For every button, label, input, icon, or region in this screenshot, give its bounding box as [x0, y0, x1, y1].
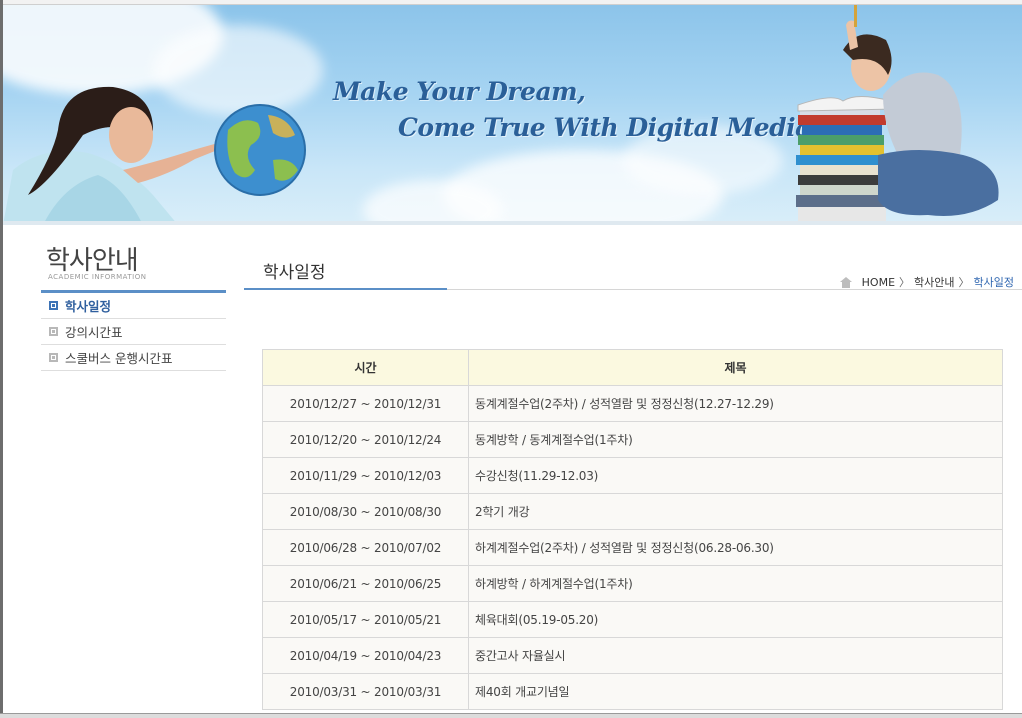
banner-slogan-line1: Make Your Dream, [333, 77, 586, 106]
schedule-title[interactable]: 동계계절수업(2주차) / 성적열람 및 정정신청(12.27-12.29) [468, 385, 1003, 422]
sidebar-item-label: 학사일정 [65, 299, 112, 314]
breadcrumb-current: 학사일정 [973, 276, 1014, 289]
sidebar-item-label: 강의시간표 [65, 325, 123, 340]
table-row[interactable]: 2010/05/17 ~ 2010/05/21 체육대회(05.19-05.20… [262, 601, 1003, 638]
student-with-globe-illustration [3, 86, 306, 225]
table-row[interactable]: 2010/04/19 ~ 2010/04/23 중간고사 자율실시 [262, 637, 1003, 674]
schedule-title[interactable]: 하계방학 / 하계계절수업(1주차) [468, 565, 1003, 602]
table-row[interactable]: 2010/06/28 ~ 2010/07/02 하계계절수업(2주차) / 성적… [262, 529, 1003, 566]
schedule-title[interactable]: 중간고사 자율실시 [468, 637, 1003, 674]
schedule-date: 2010/03/31 ~ 2010/03/31 [262, 673, 469, 710]
schedule-title[interactable]: 하계계절수업(2주차) / 성적열람 및 정정신청(06.28-06.30) [468, 529, 1003, 566]
sidebar-subtitle: ACADEMIC INFORMATION [48, 273, 147, 281]
table-row[interactable]: 2010/11/29 ~ 2010/12/03 수강신청(11.29-12.03… [262, 457, 1003, 494]
schedule-date: 2010/05/17 ~ 2010/05/21 [262, 601, 469, 638]
schedule-date: 2010/04/19 ~ 2010/04/23 [262, 637, 469, 674]
breadcrumb-separator: 〉 [958, 276, 970, 289]
sidebar-menu: 학사일정 강의시간표 스쿨버스 운행시간표 [41, 290, 226, 371]
schedule-date: 2010/12/20 ~ 2010/12/24 [262, 421, 469, 458]
table-row[interactable]: 2010/12/27 ~ 2010/12/31 동계계절수업(2주차) / 성적… [262, 385, 1003, 422]
table-header-row: 시간 제목 [262, 349, 1003, 386]
page-title: 학사일정 [263, 263, 326, 283]
square-bullet-icon [49, 353, 58, 362]
breadcrumb-separator: 〉 [899, 276, 911, 289]
schedule-date: 2010/08/30 ~ 2010/08/30 [262, 493, 469, 530]
table-row[interactable]: 2010/06/21 ~ 2010/06/25 하계방학 / 하계계절수업(1주… [262, 565, 1003, 602]
sidebar-item-label: 스쿨버스 운행시간표 [65, 351, 173, 366]
schedule-date: 2010/06/28 ~ 2010/07/02 [262, 529, 469, 566]
banner-slogan-line2: Come True With Digital Media [398, 113, 811, 142]
window-left-edge [0, 0, 3, 718]
table-row[interactable]: 2010/12/20 ~ 2010/12/24 동계방학 / 동계계절수업(1주… [262, 421, 1003, 458]
schedule-date: 2010/11/29 ~ 2010/12/03 [262, 457, 469, 494]
table-row[interactable]: 2010/08/30 ~ 2010/08/30 2학기 개강 [262, 493, 1003, 530]
home-icon [839, 276, 852, 288]
title-accent-bar [244, 288, 447, 290]
square-bullet-icon [49, 301, 58, 310]
academic-schedule-table: 시간 제목 2010/12/27 ~ 2010/12/31 동계계절수업(2주차… [262, 349, 1003, 710]
breadcrumb-home-link[interactable]: HOME [862, 276, 895, 289]
schedule-title[interactable]: 2학기 개강 [468, 493, 1003, 530]
schedule-title[interactable]: 수강신청(11.29-12.03) [468, 457, 1003, 494]
square-bullet-icon [49, 327, 58, 336]
schedule-date: 2010/12/27 ~ 2010/12/31 [262, 385, 469, 422]
schedule-title[interactable]: 제40회 개교기념일 [468, 673, 1003, 710]
breadcrumb: HOME 〉 학사안내 〉 학사일정 [839, 274, 1014, 290]
sidebar-item-school-bus-timetable[interactable]: 스쿨버스 운행시간표 [41, 345, 226, 371]
window-bottom-edge [0, 713, 1022, 718]
schedule-title[interactable]: 동계방학 / 동계계절수업(1주차) [468, 421, 1003, 458]
table-row[interactable]: 2010/03/31 ~ 2010/03/31 제40회 개교기념일 [262, 673, 1003, 710]
header-banner: Make Your Dream, Come True With Digital … [3, 5, 1022, 225]
schedule-title[interactable]: 체육대회(05.19-05.20) [468, 601, 1003, 638]
schedule-date: 2010/06/21 ~ 2010/06/25 [262, 565, 469, 602]
column-header-title: 제목 [468, 349, 1003, 386]
sidebar-item-class-timetable[interactable]: 강의시간표 [41, 319, 226, 345]
sidebar-title: 학사안내 [46, 246, 139, 276]
breadcrumb-academic-info-link[interactable]: 학사안내 [914, 274, 954, 290]
column-header-time: 시간 [262, 349, 469, 386]
sidebar-item-academic-calendar[interactable]: 학사일정 [41, 293, 226, 319]
student-with-books-illustration [796, 5, 999, 221]
